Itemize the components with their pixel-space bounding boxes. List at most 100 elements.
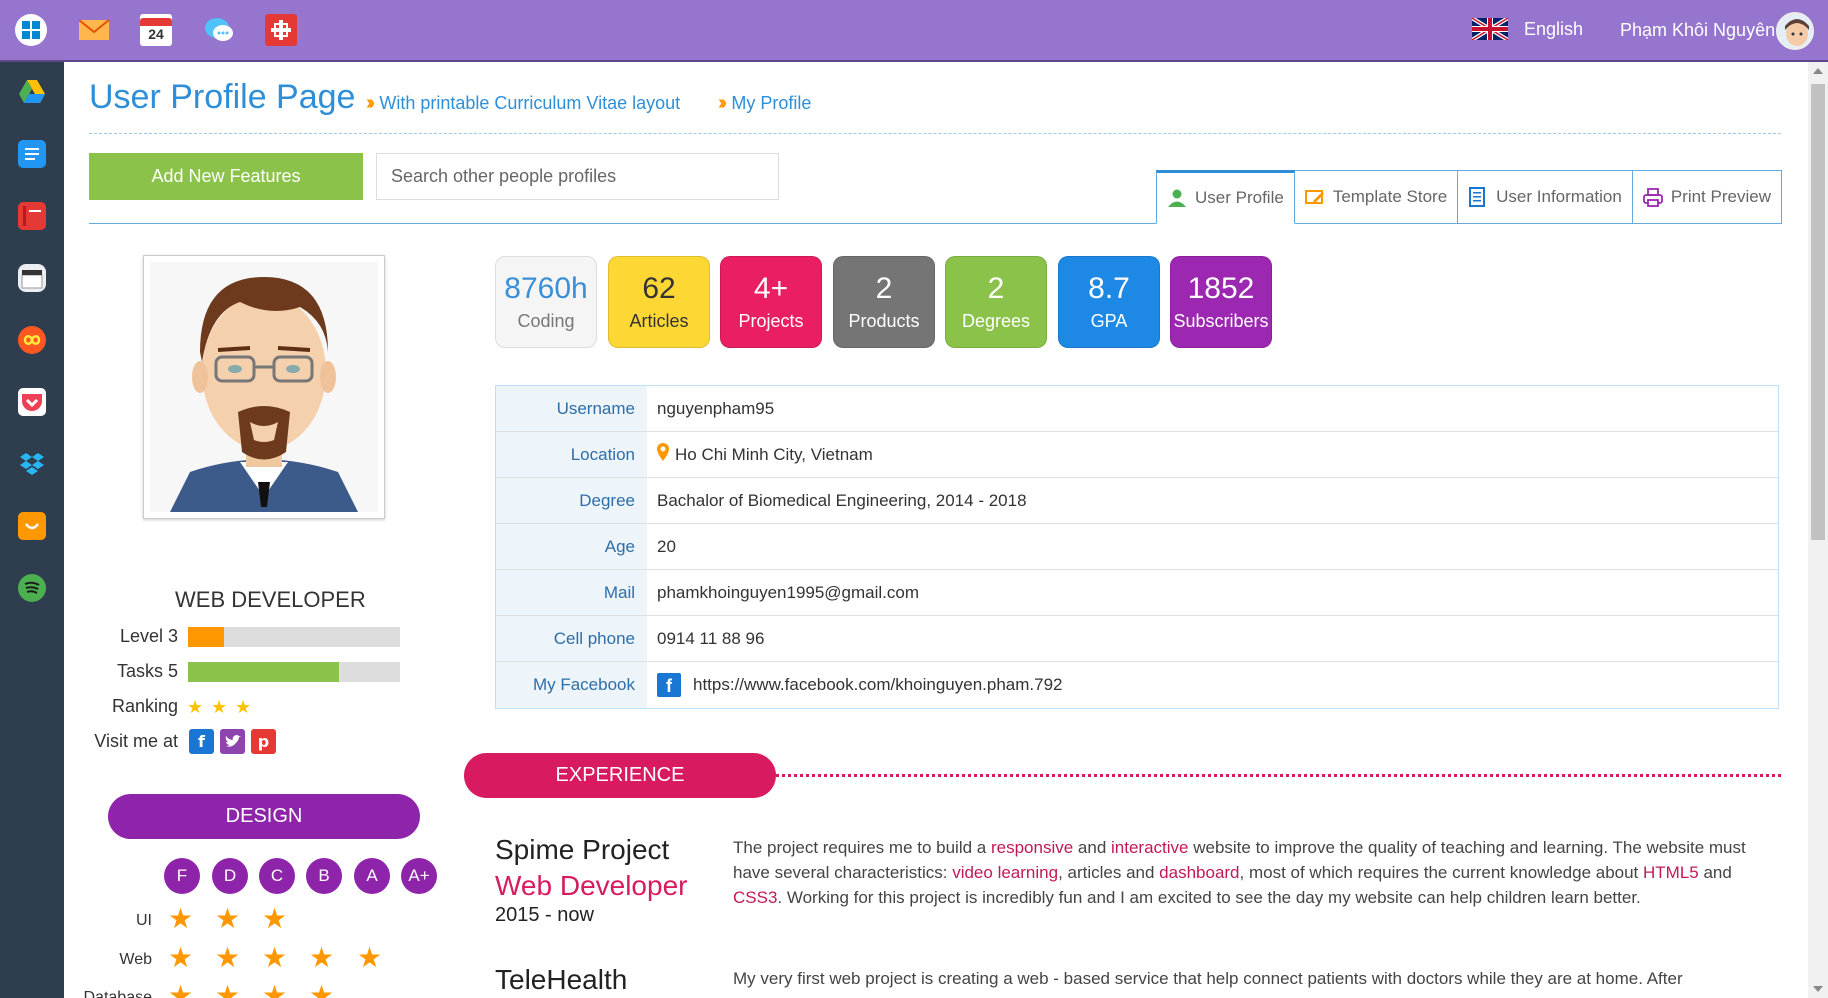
stat-badge: 4+ Projects <box>720 256 822 348</box>
scroll-up-arrow-icon[interactable] <box>1813 68 1823 74</box>
level-label: Level 3 <box>119 626 178 646</box>
skill-star-icon: ★ <box>262 903 288 934</box>
chat-icon[interactable] <box>203 14 235 46</box>
grade-a: A <box>354 858 390 894</box>
stat-label: GPA <box>1090 311 1128 331</box>
experience-section-header: EXPERIENCE <box>464 753 776 798</box>
info-key: Degree <box>496 478 647 523</box>
gift-icon[interactable] <box>265 14 297 46</box>
breadcrumb-label: My Profile <box>731 93 812 113</box>
breadcrumb-item-profile[interactable]: ›› My Profile <box>718 92 811 115</box>
pinterest-icon[interactable]: p <box>251 729 276 754</box>
info-row-mail: Mail phamkhoinguyen1995@gmail.com <box>496 570 1778 616</box>
facebook-icon[interactable]: f <box>189 729 214 754</box>
desc-highlight: CSS3 <box>733 888 778 907</box>
template-icon <box>1304 187 1325 207</box>
grade-b: B <box>306 858 342 894</box>
info-key: Age <box>496 524 647 569</box>
visit-label: Visit me at <box>94 731 178 751</box>
desc-highlight: responsive <box>990 838 1074 857</box>
skill-star-icon: ★ <box>215 980 241 998</box>
tab-template-store[interactable]: Template Store <box>1294 170 1459 224</box>
grade-c: C <box>259 858 295 894</box>
project-role: Web Developer <box>495 870 688 901</box>
level-progress-bar <box>188 627 400 647</box>
book-icon[interactable] <box>18 202 46 230</box>
stat-label: Degrees <box>961 311 1031 331</box>
skill-star-icon: ★ <box>215 942 241 973</box>
info-value: Bachalor of Biomedical Engineering, 2014… <box>657 490 1027 510</box>
tab-print-preview[interactable]: Print Preview <box>1632 170 1782 224</box>
dropbox-icon[interactable] <box>18 450 46 478</box>
desc-text: The project requires me to build a <box>733 838 991 857</box>
clapper-icon[interactable] <box>18 264 46 292</box>
infinity-icon[interactable] <box>18 326 46 354</box>
facebook-icon: f <box>657 673 681 697</box>
scroll-thumb[interactable] <box>1811 84 1825 540</box>
project-name: TeleHealth <box>495 964 628 995</box>
stat-value: 8760h <box>504 272 588 305</box>
facebook-link[interactable]: https://www.facebook.com/khoinguyen.pham… <box>693 675 1063 695</box>
calendar-icon[interactable]: 24 <box>140 14 172 46</box>
ranking-star-icon: ★ <box>187 697 204 717</box>
skill-star-icon: ★ <box>309 980 335 998</box>
desc-highlight: video learning <box>952 863 1059 882</box>
mail-icon[interactable] <box>78 14 110 46</box>
skill-label-ui: UI <box>136 912 152 929</box>
shop-icon[interactable] <box>18 512 46 540</box>
desc-text: . Working for this project is incredibly… <box>777 888 1641 907</box>
calendar-day: 24 <box>148 26 164 42</box>
google-drive-icon[interactable] <box>18 78 46 106</box>
windows-icon[interactable] <box>15 14 47 46</box>
printer-icon <box>1642 187 1663 207</box>
docs-icon[interactable] <box>18 140 46 168</box>
skill-star-icon: ★ <box>168 942 194 973</box>
page-scrollbar[interactable] <box>1808 62 1828 998</box>
stat-label: Products <box>848 311 920 331</box>
info-key: Cell phone <box>496 616 647 661</box>
user-avatar[interactable] <box>1776 12 1814 50</box>
breadcrumb-label: With printable Curriculum Vitae layout <box>379 93 681 113</box>
app-dock <box>0 62 64 998</box>
stat-badge: 8.7 GPA <box>1058 256 1160 348</box>
stat-value: 62 <box>642 272 676 305</box>
info-key: Mail <box>496 570 647 615</box>
header-divider <box>89 133 1781 134</box>
info-value: nguyenpham95 <box>657 398 775 418</box>
spotify-icon[interactable] <box>18 574 46 602</box>
desc-highlight: interactive <box>1111 838 1189 857</box>
stat-value: 2 <box>987 272 1005 305</box>
tab-user-information[interactable]: User Information <box>1458 170 1633 224</box>
info-row-location: Location Ho Chi Minh City, Vietnam <box>496 432 1778 478</box>
skill-star-icon: ★ <box>262 980 288 998</box>
info-value: Ho Chi Minh City, Vietnam <box>675 444 873 464</box>
map-pin-icon <box>657 443 669 466</box>
info-row-phone: Cell phone 0914 11 88 96 <box>496 616 1778 662</box>
stat-badge: 1852 Subscribers <box>1170 256 1272 348</box>
language-selector[interactable]: English <box>1472 18 1583 40</box>
project-description: The project requires me to build a respo… <box>733 835 1748 910</box>
info-row-age: Age 20 <box>496 524 1778 570</box>
scroll-down-arrow-icon[interactable] <box>1813 986 1823 992</box>
stat-label: Projects <box>738 311 804 331</box>
info-key: Username <box>496 386 647 431</box>
tasks-progress-bar <box>188 662 400 682</box>
page-title: User Profile Page <box>89 78 356 116</box>
desc-highlight: HTML5 <box>1643 863 1699 882</box>
desc-text: and <box>1698 863 1732 882</box>
add-new-features-button[interactable]: Add New Features <box>89 153 363 200</box>
search-profiles-input[interactable] <box>376 153 779 200</box>
info-key: My Facebook <box>496 662 647 708</box>
info-value[interactable]: phamkhoinguyen1995@gmail.com <box>647 570 1778 615</box>
twitter-icon[interactable] <box>220 729 245 754</box>
double-chevron-icon: ›› <box>718 92 728 114</box>
tab-user-profile[interactable]: User Profile <box>1156 170 1295 224</box>
pocket-icon[interactable] <box>18 388 46 416</box>
stat-badge: 62 Articles <box>608 256 710 348</box>
skill-star-icon: ★ <box>309 942 335 973</box>
ranking-label: Ranking <box>111 696 178 716</box>
user-name[interactable]: Phạm Khôi Nguyên <box>1620 20 1775 41</box>
stat-badge: 8760h Coding <box>495 256 597 348</box>
info-value: 20 <box>657 536 676 556</box>
breadcrumb-item-cv[interactable]: ›› With printable Curriculum Vitae layou… <box>366 92 680 115</box>
